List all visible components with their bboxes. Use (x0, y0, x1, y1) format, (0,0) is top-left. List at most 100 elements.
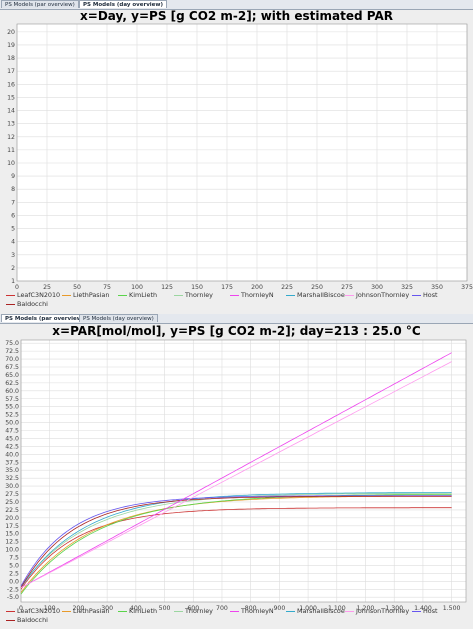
y-tick-label: 75.0 (5, 340, 19, 347)
y-tick-label: -2.5 (7, 586, 19, 593)
y-tick-label: 15 (7, 94, 15, 101)
legend-swatch (62, 294, 71, 296)
tab-day-overview[interactable]: PS Models (day overview) (79, 0, 167, 8)
legend-label: Host (423, 291, 438, 299)
par-chart: 0 100 200 300 400 500 600 700 800 900 1.000 1.100 1.… (5, 339, 467, 612)
legend-item: KimLieth (118, 607, 157, 615)
y-tick-label: 5 (11, 226, 15, 233)
x-tick-label: 375 (461, 284, 473, 290)
y-tick-label: 13 (7, 121, 15, 128)
legend-label: KimLieth (129, 607, 158, 615)
legend-swatch (62, 610, 71, 612)
legend-par: LeafC3N2010 LiethPasian KimLieth Thornley Th… (2, 607, 471, 629)
legend-item: MarshallBiscoe (286, 607, 345, 615)
y-tick-label: 65.0 (5, 372, 19, 379)
y-tick-label: 10 (7, 160, 15, 167)
legend-label: KimLieth (129, 291, 158, 299)
legend-item: Host (412, 291, 438, 299)
legend-item: Baldocchi (6, 616, 48, 624)
tab-day-overview-2[interactable]: PS Models (day overview) (79, 314, 158, 322)
legend-label: Host (423, 607, 438, 615)
y-tick-label: 8 (11, 186, 15, 193)
day-overview-panel: PS Models (par overview) PS Models (day … (0, 0, 473, 314)
legend-item: Host (412, 607, 438, 615)
y-tick-label: 12.5 (5, 539, 19, 546)
legend-item: MarshallBiscoe (286, 291, 345, 299)
day-chart: 0 25 50 75 100 125 150 175 200 225 250 275 300 325 350… (7, 23, 473, 290)
tab-strip-bottom: PS Models (par overview) PS Models (day … (0, 314, 473, 324)
legend-swatch (412, 610, 421, 612)
y-tick-label: 50.0 (5, 420, 19, 427)
x-tick-label: 275 (341, 284, 353, 290)
y-tick-label: 17 (7, 68, 15, 75)
legend-label: MarshallBiscoe (297, 607, 345, 615)
y-tick-label: 9 (11, 173, 15, 180)
y-tick-label: 2 (11, 265, 15, 272)
legend-label: LiethPasian (73, 291, 110, 299)
legend-item: JohnsonThornley (345, 607, 409, 615)
x-tick-label: 325 (401, 284, 413, 290)
x-tick-label: 250 (311, 284, 323, 290)
y-tick-label: 27.5 (5, 491, 19, 498)
chart-title-par: x=PAR[mol/mol], y=PS [g CO2 m-2]; day=21… (52, 324, 421, 338)
legend-label: JohnsonThornley (356, 607, 410, 615)
legend-swatch (6, 303, 15, 305)
x-tick-label: 350 (431, 284, 443, 290)
x-tick-label: 125 (161, 284, 173, 290)
y-tick-label: 42.5 (5, 443, 19, 450)
y-tick-label: 0.0 (9, 578, 19, 585)
y-tick-label: 47.5 (5, 428, 19, 435)
y-tick-label: 20 (7, 29, 15, 36)
legend-label: Thornley (185, 291, 213, 299)
x-tick-label: 0 (15, 284, 19, 290)
legend-item: JohnsonThornley (345, 291, 409, 299)
x-tick-label: 100 (131, 284, 143, 290)
y-tick-label: 3 (11, 252, 15, 259)
legend-swatch (6, 294, 15, 296)
legend-swatch (6, 610, 15, 612)
legend-swatch (174, 610, 183, 612)
y-tick-label: 1 (11, 278, 15, 285)
y-tick-label: -5.0 (7, 594, 19, 601)
legend-item: KimLieth (118, 291, 157, 299)
x-tick-label: 25 (43, 284, 51, 290)
y-tick-label: 14 (7, 108, 15, 115)
legend-label: LeafC3N2010 (17, 607, 61, 615)
legend-swatch (286, 294, 295, 296)
legend-item: LiethPasian (62, 607, 109, 615)
y-tick-label: 20.0 (5, 515, 19, 522)
legend-label: LiethPasian (73, 607, 110, 615)
legend-item: Thornley (174, 291, 213, 299)
y-tick-label: 70.0 (5, 356, 19, 363)
legend-day: LeafC3N2010 LiethPasian KimLieth Thornley Th… (2, 291, 471, 313)
legend-label: ThornleyN (241, 607, 274, 615)
y-tick-label: 6 (11, 212, 15, 219)
x-tick-label: 50 (73, 284, 81, 290)
y-tick-label: 16 (7, 81, 15, 88)
x-tick-label: 175 (221, 284, 233, 290)
legend-swatch (345, 294, 354, 296)
legend-label: LeafC3N2010 (17, 291, 61, 299)
y-tick-label: 10.0 (5, 547, 19, 554)
tab-par-overview[interactable]: PS Models (par overview) (1, 0, 79, 8)
legend-item: Thornley (174, 607, 213, 615)
legend-swatch (345, 610, 354, 612)
x-tick-label: 75 (103, 284, 111, 290)
y-tick-label: 60.0 (5, 388, 19, 395)
y-tick-label: 25.0 (5, 499, 19, 506)
tab-par-overview-2[interactable]: PS Models (par overview) (1, 314, 89, 322)
legend-label: JohnsonThornley (356, 291, 410, 299)
legend-item: LiethPasian (62, 291, 109, 299)
legend-item: LeafC3N2010 (6, 607, 60, 615)
y-tick-label: 17.5 (5, 523, 19, 530)
legend-swatch (286, 610, 295, 612)
y-tick-label: 72.5 (5, 348, 19, 355)
legend-swatch (230, 610, 239, 612)
y-tick-label: 2.5 (9, 570, 19, 577)
y-tick-label: 30.0 (5, 483, 19, 490)
y-tick-label: 15.0 (5, 531, 19, 538)
y-tick-label: 67.5 (5, 364, 19, 371)
chart-title-day: x=Day, y=PS [g CO2 m-2]; with estimated … (80, 9, 393, 23)
y-tick-label: 37.5 (5, 459, 19, 466)
y-tick-label: 40.0 (5, 451, 19, 458)
